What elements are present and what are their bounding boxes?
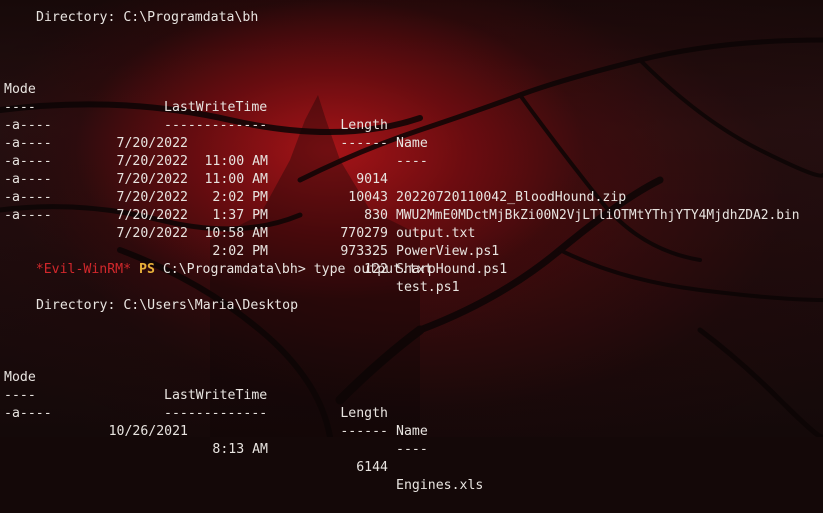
row-date: 7/20/2022 [116,226,188,241]
prompt-path: C:\Programdata\bh> [162,262,306,277]
table-row: -a---- 7/20/2022 11:00 AM 10043 MWU2MmE0… [0,117,823,223]
table-row: -a---- 7/20/2022 2:02 PM 830 output.txt [0,135,823,241]
directory-line: Directory: C:\Users\Maria\Desktop [36,298,299,313]
row-time: 1:37 PM [212,208,268,223]
prompt-name: *Evil-WinRM* [35,262,132,277]
row-name: Engines.xls [396,478,484,493]
row-length: 770279 [340,226,388,241]
table-row: -a---- 7/20/2022 11:00 AM 9014 202207201… [0,99,823,205]
sep-name: ---- [396,442,428,457]
row-length: 830 [364,208,388,223]
row-date: 10/26/2021 [108,424,188,439]
prompt-line[interactable]: *Evil-WinRM* PS C:\Programdata\bh> type … [4,243,433,277]
row-name: output.txt [396,226,476,241]
row-name: test.ps1 [396,280,460,295]
row-mode: -a---- [4,208,52,223]
terminal-output: Directory: C:\Programdata\bh Mode LastWr… [0,0,823,493]
table-header: Mode LastWriteTime Length Name [0,351,823,439]
table-row: -a---- 7/20/2022 10:58 AM 973325 SharpHo… [0,171,823,277]
prompt-command: type output.txt [313,262,433,277]
table-separator: ---- ------------- ------ ---- [0,369,823,457]
row-name: MWU2MmE0MDctMjBkZi00N2VjLTliOTMtYThjYTY4… [396,208,800,223]
table-row: -a---- 7/20/2022 1:37 PM 770279 PowerVie… [0,153,823,259]
row-mode: -a---- [4,406,52,421]
table-header: Mode LastWriteTime Length Name [0,63,823,151]
row-date: 7/20/2022 [116,208,188,223]
table-row: -a---- 10/26/2021 8:13 AM 6144 Engines.x… [0,387,823,493]
row-length: 6144 [356,460,388,475]
sep-length: ------ [340,424,388,439]
prompt-shell: PS [139,262,155,277]
table-row: -a---- 7/20/2022 2:02 PM 122 test.ps1 [0,189,823,295]
table-separator: ---- ------------- ------ ---- [0,81,823,169]
header-name: Name [396,424,428,439]
row-time: 10:58 AM [204,226,268,241]
sep-lastwritetime: ------------- [164,406,268,421]
row-time: 8:13 AM [212,442,268,457]
header-length: Length [340,406,388,421]
directory-line: Directory: C:\Programdata\bh [36,10,259,25]
